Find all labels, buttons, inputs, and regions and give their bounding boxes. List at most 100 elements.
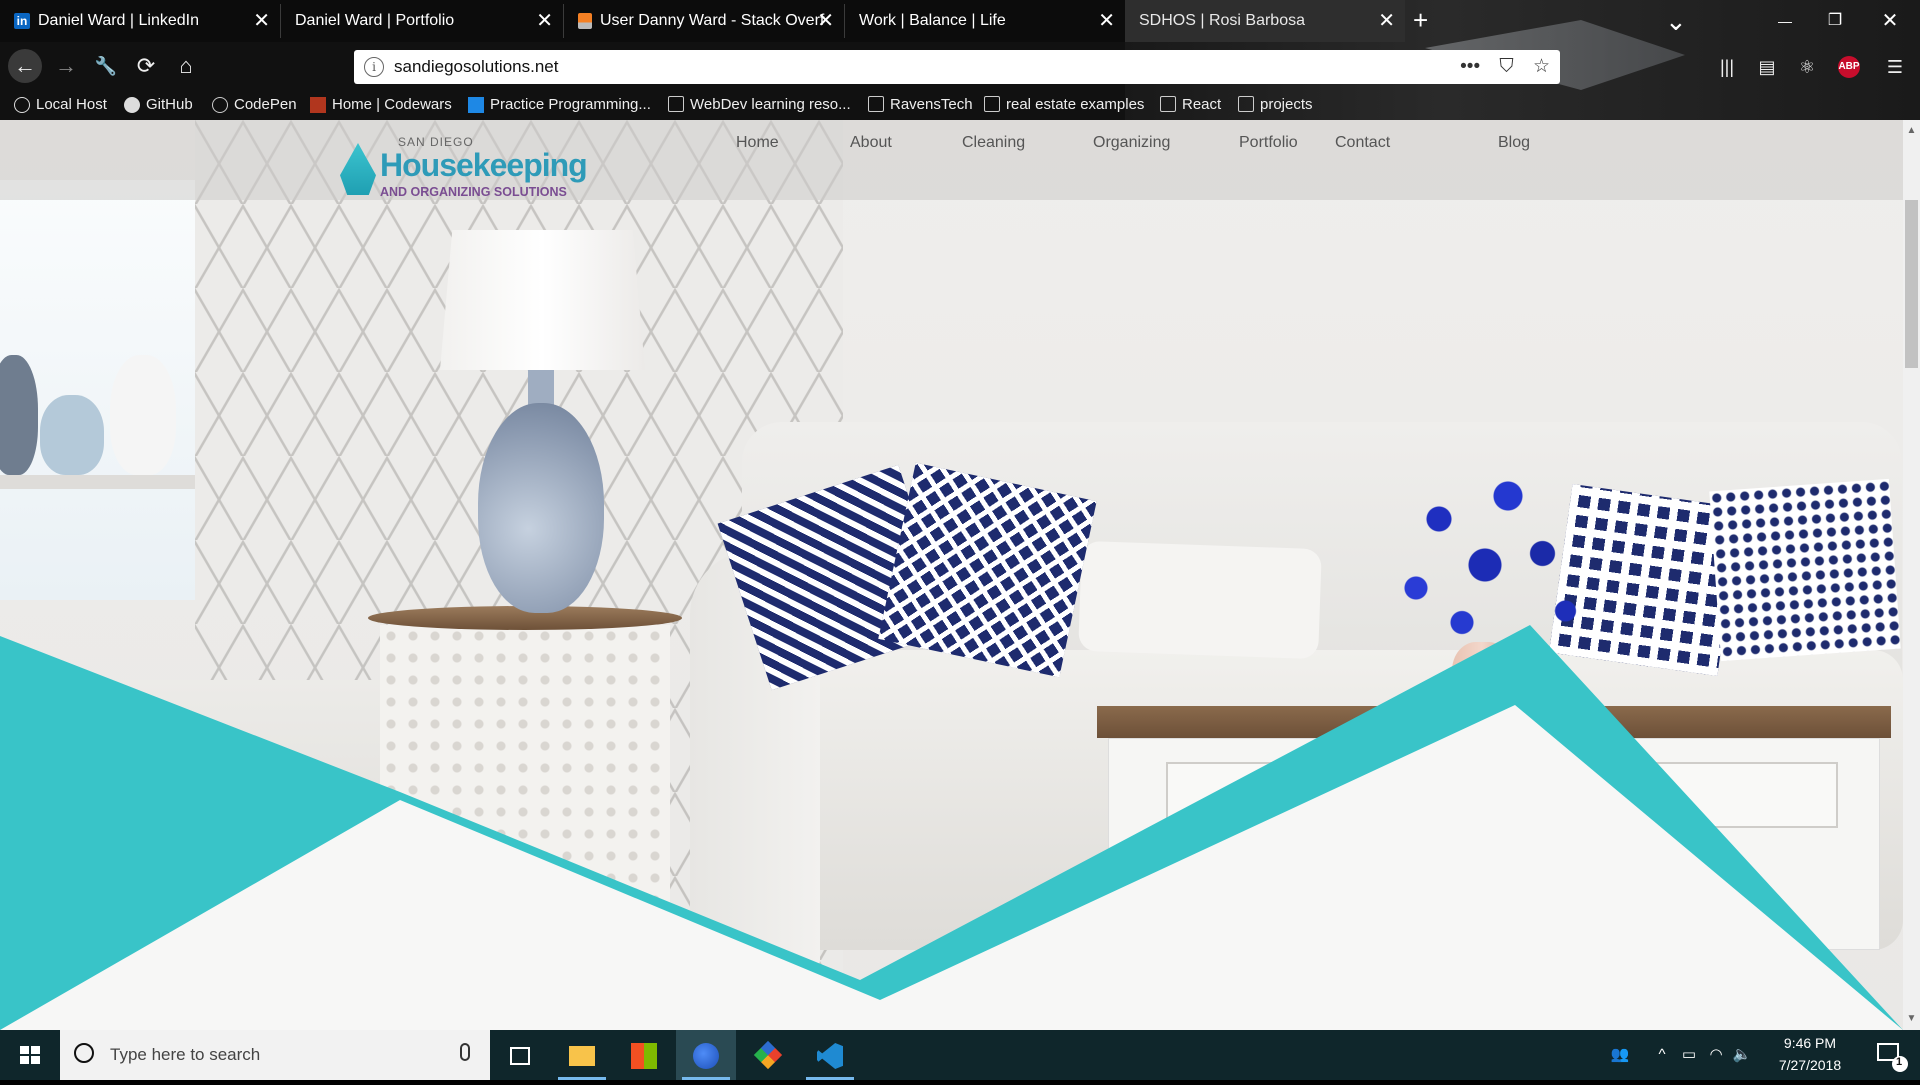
tools-wrench-icon[interactable]: 🔧 [90,50,122,82]
nav-home[interactable]: Home [736,120,779,166]
folder-icon [868,96,884,113]
bookmark-react-folder[interactable]: React [1160,92,1221,118]
bookmark-ravenstech-folder[interactable]: RavensTech [868,92,973,118]
restore-button[interactable]: ❐ [1815,0,1855,42]
clock-date: 7/27/2018 [1778,1057,1842,1073]
home-button[interactable]: ⌂ [170,50,202,82]
scroll-down-arrow-icon[interactable]: ▼ [1903,1010,1920,1027]
show-hidden-icons-chevron-icon[interactable]: ^ [1650,1030,1674,1080]
bookmark-codewars[interactable]: Home | Codewars [310,92,452,118]
tab-list-button[interactable]: ⌄ [1665,2,1687,44]
file-explorer-icon [569,1046,595,1066]
logo-main-text: Housekeeping [380,147,588,183]
scrollbar-thumb[interactable] [1905,200,1918,368]
nav-portfolio[interactable]: Portfolio [1239,120,1298,166]
search-placeholder: Type here to search [110,1045,261,1064]
close-tab-icon[interactable]: ✕ [1098,0,1115,42]
bookmark-webdev-folder[interactable]: WebDev learning reso... [668,92,851,118]
nav-cleaning[interactable]: Cleaning [962,120,1025,166]
microphone-icon[interactable] [460,1043,470,1061]
codewars-icon [310,97,326,114]
bookmark-label: GitHub [146,96,193,113]
github-icon [124,97,140,114]
tab-label: Daniel Ward | LinkedIn [38,12,199,29]
scroll-up-arrow-icon[interactable]: ▲ [1903,122,1920,139]
bookmark-label: CodePen [234,96,297,113]
close-window-button[interactable]: ✕ [1870,0,1910,42]
url-bar[interactable]: i sandiegosolutions.net ••• ⛉ ☆ [354,50,1560,84]
pocket-icon[interactable]: ⛉ [1499,56,1513,77]
codepen-icon [212,97,228,114]
back-button[interactable]: ← [8,49,42,83]
vscode-button[interactable] [800,1030,860,1080]
page-actions-icon[interactable]: ••• [1460,56,1480,77]
battery-icon[interactable]: ▭ [1677,1030,1701,1080]
globe-icon [14,97,30,114]
menu-icon[interactable]: ☰ [1880,52,1910,82]
nav-organizing[interactable]: Organizing [1093,120,1170,166]
file-explorer-button[interactable] [552,1030,612,1080]
store-icon [631,1043,657,1069]
action-center-button[interactable]: 1 [1860,1030,1920,1080]
bookmark-practice-programming[interactable]: Practice Programming... [468,92,651,118]
vscode-icon [817,1043,843,1069]
site-logo[interactable]: SAN DIEGO Housekeeping AND ORGANIZING SO… [340,135,588,209]
bookmark-label: Local Host [36,96,107,113]
volume-icon[interactable]: 🔈 [1730,1030,1754,1080]
task-view-button[interactable] [490,1030,550,1080]
nav-blog[interactable]: Blog [1498,120,1530,166]
gitkraken-button[interactable] [738,1030,798,1080]
close-tab-icon[interactable]: ✕ [817,0,834,42]
wifi-icon[interactable]: ◠ [1704,1030,1728,1080]
git-kraken-icon [753,1040,783,1070]
bookmark-codepen[interactable]: CodePen [212,92,297,118]
url-text[interactable]: sandiegosolutions.net [394,50,558,84]
tab-label: Daniel Ward | Portfolio [295,12,455,29]
taskbar-search[interactable]: Type here to search [60,1030,490,1080]
bookmark-star-icon[interactable]: ☆ [1533,56,1550,77]
nav-about[interactable]: About [850,120,892,166]
page-viewport: Home About Cleaning Organizing Portfolio… [0,120,1903,1030]
firefox-button[interactable] [676,1030,736,1080]
bookmark-projects-folder[interactable]: projects [1238,92,1313,118]
store-button[interactable] [614,1030,674,1080]
site-header [0,120,1903,200]
water-drop-house-icon [340,143,376,195]
close-tab-icon[interactable]: ✕ [1378,0,1395,42]
bookmark-github[interactable]: GitHub [124,92,193,118]
windows-logo-icon [20,1046,40,1064]
folder-icon [984,96,1000,113]
site-info-icon[interactable]: i [364,57,384,77]
bookmark-real-estate-folder[interactable]: real estate examples [984,92,1144,118]
adblock-icon[interactable]: ABP [1838,56,1860,78]
tab-label: Work | Balance | Life [859,12,1006,29]
sidebar-icon[interactable]: ▤ [1752,52,1782,82]
task-view-icon [510,1047,530,1065]
tab-work-balance-life[interactable]: Work | Balance | Life ✕ [845,0,1125,42]
people-icon[interactable]: 👥 [1605,1030,1635,1080]
start-button[interactable] [0,1030,60,1080]
library-icon[interactable]: ||| [1712,52,1742,82]
new-tab-button[interactable]: + [1413,0,1428,42]
close-tab-icon[interactable]: ✕ [536,0,553,42]
teal-wave-decoration [0,625,1903,1030]
forward-button[interactable]: → [50,50,82,82]
react-devtools-icon[interactable]: ⚛ [1792,52,1822,82]
minimize-button[interactable]: — [1765,0,1805,42]
tab-linkedin[interactable]: in Daniel Ward | LinkedIn ✕ [0,0,280,42]
firefox-icon [693,1043,719,1069]
tab-portfolio[interactable]: Daniel Ward | Portfolio ✕ [281,0,563,42]
logo-sub-text: AND ORGANIZING SOLUTIONS [380,185,567,199]
notification-count: 1 [1896,1056,1903,1068]
tab-label: User Danny Ward - Stack Overf [600,12,825,29]
nav-contact[interactable]: Contact [1335,120,1390,166]
tab-sdhos[interactable]: SDHOS | Rosi Barbosa ✕ [1125,0,1405,42]
system-clock[interactable]: 9:46 PM 7/27/2018 [1760,1032,1860,1076]
reload-button[interactable]: ⟳ [130,50,162,82]
linkedin-icon: in [14,13,30,29]
close-tab-icon[interactable]: ✕ [253,0,270,42]
bookmark-label: RavensTech [890,96,973,113]
folder-icon [1160,96,1176,113]
tab-stackoverflow[interactable]: User Danny Ward - Stack Overf ✕ [564,0,844,42]
bookmark-local-host[interactable]: Local Host [14,92,107,118]
